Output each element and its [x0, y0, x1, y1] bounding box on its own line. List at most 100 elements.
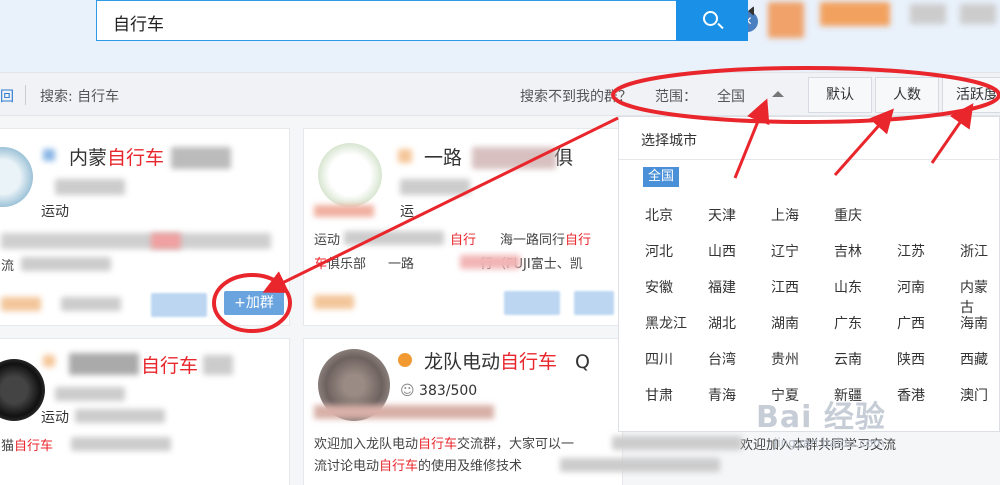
city-option[interactable]: 内蒙古 — [960, 277, 999, 317]
city-option[interactable]: 黑龙江 — [645, 313, 687, 333]
ghost-button[interactable] — [504, 291, 560, 315]
search-icon — [703, 11, 718, 26]
blurred-text — [203, 355, 233, 375]
city-option[interactable]: 广东 — [834, 313, 862, 333]
blurred-members — [55, 179, 125, 195]
city-option[interactable]: 台湾 — [708, 349, 736, 369]
user-meta-blurred — [960, 4, 996, 24]
group-level-icon — [398, 353, 412, 367]
city-option[interactable]: 广西 — [897, 313, 925, 333]
city-option-all[interactable]: 全国 — [643, 167, 679, 187]
tab-activity[interactable]: 活跃度 — [942, 77, 1000, 113]
group-avatar — [0, 147, 33, 207]
group-level-icon — [43, 149, 55, 161]
city-option[interactable]: 甘肃 — [645, 385, 673, 405]
back-link[interactable]: 回 — [0, 86, 14, 106]
city-option[interactable]: 河北 — [645, 241, 673, 261]
group-title: 内蒙自行车 — [69, 147, 165, 169]
not-found-link[interactable]: 搜索不到我的群？ — [520, 86, 632, 106]
group-title: 龙队电动自行车 Q — [424, 351, 590, 373]
blurred-description — [1, 233, 271, 249]
city-option[interactable]: 云南 — [834, 349, 862, 369]
city-option[interactable]: 山西 — [708, 241, 736, 261]
top-bar: 自行车 ✕ — [0, 0, 1000, 72]
chevron-up-icon[interactable] — [772, 91, 784, 97]
description-line: 欢迎加入龙队电动自行车交流群，大家可以一 — [314, 437, 575, 452]
city-picker: 选择城市 全国 北京 天津 上海 重庆河北 山西 辽宁 吉林 江苏 浙江安徽 福建 江西 山东 河南 内蒙… — [618, 116, 1000, 432]
blurred-badge — [314, 205, 374, 217]
blurred-badge — [314, 295, 354, 309]
city-option[interactable]: 北京 — [645, 205, 673, 225]
search-button[interactable] — [676, 0, 748, 41]
category-tag: 运 — [400, 204, 414, 220]
group-title: 自行车 — [141, 355, 199, 377]
city-option[interactable]: 陕西 — [897, 349, 925, 369]
group-level-icon — [398, 149, 412, 163]
divider — [619, 159, 1000, 160]
city-option[interactable]: 重庆 — [834, 205, 862, 225]
city-option[interactable]: 四川 — [645, 349, 673, 369]
city-option[interactable]: 青海 — [708, 385, 736, 405]
group-card[interactable]: 自行车 运动 猫自行车 — [0, 338, 290, 485]
range-value[interactable]: 全国 — [717, 86, 745, 106]
tab-default[interactable]: 默认 — [808, 77, 872, 113]
city-option[interactable]: 辽宁 — [771, 241, 799, 261]
city-picker-heading: 选择城市 — [641, 133, 697, 149]
search-input-value: 自行车 — [113, 15, 164, 35]
group-card[interactable]: 一路俱 运 运动 自行 海一路同行自行 车俱乐部 一路 行（FUJI富士、凯 — [303, 128, 623, 326]
user-meta-blurred — [910, 4, 946, 24]
username-blurred — [820, 2, 890, 26]
city-option[interactable]: 香港 — [897, 385, 925, 405]
city-option[interactable]: 浙江 — [960, 241, 988, 261]
app-window: 自行车 ✕ 回 搜索: 自行车 搜索不到我的群？ 范围： 全国 默认 人数 活跃… — [0, 0, 1000, 485]
blurred-members — [55, 387, 125, 401]
search-summary: 搜索: 自行车 — [40, 89, 120, 105]
blurred-highlight — [460, 255, 520, 269]
blurred-description — [344, 231, 444, 245]
blurred-badge — [61, 297, 121, 311]
tab-members[interactable]: 人数 — [875, 77, 939, 113]
description-line: 车俱乐部 一路 行（FUJI富士、凯 — [314, 257, 583, 272]
city-option[interactable]: 福建 — [708, 277, 736, 297]
description-line: 流 — [1, 259, 15, 274]
blurred-description — [21, 257, 111, 271]
range-label: 范围： — [655, 89, 697, 105]
blurred-highlight — [151, 233, 181, 249]
city-option[interactable]: 贵州 — [771, 349, 799, 369]
blurred-members — [400, 179, 470, 195]
city-option[interactable]: 江苏 — [897, 241, 925, 261]
city-option[interactable]: 天津 — [708, 205, 736, 225]
city-option[interactable]: 海南 — [960, 313, 988, 333]
city-option[interactable]: 上海 — [771, 205, 799, 225]
join-group-button[interactable]: +加群 — [224, 291, 284, 315]
description-line: 猫自行车 — [1, 439, 54, 454]
search-input[interactable]: 自行车 ✕ — [96, 0, 758, 41]
avatar[interactable] — [768, 2, 804, 38]
blurred-description — [612, 436, 742, 450]
city-option[interactable]: 西藏 — [960, 349, 988, 369]
city-option[interactable]: 江西 — [771, 277, 799, 297]
blurred-badge — [314, 405, 494, 419]
baidu-watermark: Bai 经验 jingyan.baidu.com — [756, 400, 886, 450]
city-option[interactable]: 吉林 — [834, 241, 862, 261]
blurred-text — [472, 147, 556, 169]
description-line: 流讨论电动自行车的使用及维修技术 — [314, 459, 523, 474]
blurred-description — [560, 458, 720, 472]
ghost-button[interactable] — [151, 293, 207, 317]
city-option[interactable]: 澳门 — [960, 385, 988, 405]
blurred-text — [171, 147, 231, 169]
blurred-text — [69, 353, 139, 375]
group-avatar — [318, 143, 382, 207]
filter-bar: 回 搜索: 自行车 搜索不到我的群？ 范围： 全国 默认 人数 活跃度 — [0, 72, 1000, 116]
city-option[interactable]: 安徽 — [645, 277, 673, 297]
divider — [25, 85, 26, 105]
city-option[interactable]: 河南 — [897, 277, 925, 297]
ghost-button[interactable] — [574, 291, 614, 315]
category-tag: 运动 — [41, 204, 69, 220]
city-option[interactable]: 山东 — [834, 277, 862, 297]
city-option[interactable]: 湖南 — [771, 313, 799, 333]
city-option[interactable]: 湖北 — [708, 313, 736, 333]
blurred-description — [71, 437, 171, 451]
group-level-icon — [43, 355, 55, 367]
people-icon: ☺ — [400, 383, 420, 399]
